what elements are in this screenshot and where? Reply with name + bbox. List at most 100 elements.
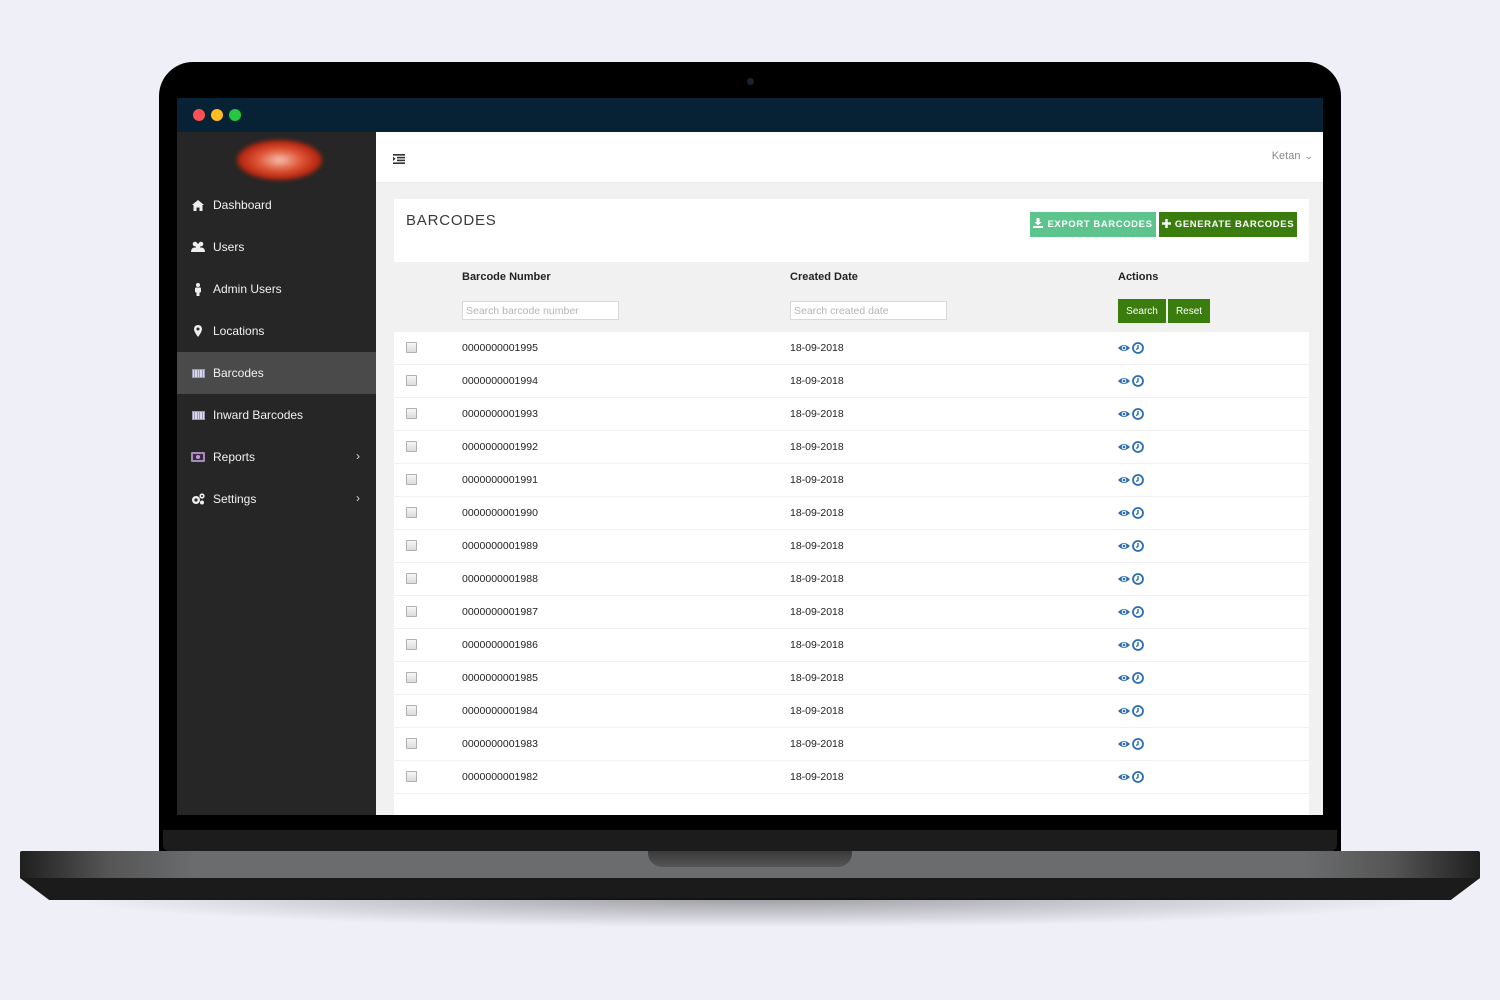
eye-icon[interactable] — [1118, 737, 1130, 749]
home-icon — [191, 198, 205, 212]
created-date: 18-09-2018 — [790, 738, 844, 750]
search-date-input[interactable] — [790, 301, 947, 320]
created-date: 18-09-2018 — [790, 507, 844, 519]
eye-icon[interactable] — [1118, 572, 1130, 584]
sidebar-item-label: Barcodes — [213, 366, 264, 380]
indent-icon[interactable] — [393, 151, 405, 164]
sidebar-item-locations[interactable]: Locations — [177, 310, 376, 352]
row-checkbox[interactable] — [406, 771, 417, 782]
eye-icon[interactable] — [1118, 770, 1130, 782]
row-actions — [1118, 539, 1144, 552]
clock-icon[interactable] — [1132, 341, 1144, 354]
barcodes-card: BARCODES EXPORT BARCODES GENERATE BARCOD… — [394, 199, 1309, 815]
row-checkbox[interactable] — [406, 573, 417, 584]
table-row: 0000000001982 18-09-2018 — [394, 761, 1309, 794]
laptop-base-bottom — [20, 878, 1480, 900]
clock-icon[interactable] — [1132, 671, 1144, 684]
user-name: Ketan — [1271, 150, 1301, 162]
barcode-number: 0000000001989 — [462, 540, 538, 552]
row-checkbox[interactable] — [406, 441, 417, 452]
created-date: 18-09-2018 — [790, 375, 844, 387]
eye-icon[interactable] — [1118, 605, 1130, 617]
row-checkbox[interactable] — [406, 507, 417, 518]
search-button[interactable]: Search — [1118, 299, 1166, 323]
barcode-number: 0000000001988 — [462, 573, 538, 585]
clock-icon[interactable] — [1132, 572, 1144, 585]
eye-icon[interactable] — [1118, 341, 1130, 353]
users-icon — [191, 240, 205, 254]
maximize-window-button[interactable] — [229, 109, 241, 121]
table-row: 0000000001990 18-09-2018 — [394, 497, 1309, 530]
eye-icon[interactable] — [1118, 638, 1130, 650]
eye-icon[interactable] — [1118, 671, 1130, 683]
report-icon — [191, 450, 205, 464]
sidebar-item-settings[interactable]: Settings › — [177, 478, 376, 520]
column-header-created-date[interactable]: Created Date — [790, 271, 858, 283]
sidebar-item-label: Users — [213, 240, 245, 254]
clock-icon[interactable] — [1132, 737, 1144, 750]
sidebar-item-barcodes[interactable]: Barcodes — [177, 352, 376, 394]
sidebar-item-label: Admin Users — [213, 282, 282, 296]
row-checkbox[interactable] — [406, 540, 417, 551]
row-checkbox[interactable] — [406, 375, 417, 386]
export-label: EXPORT BARCODES — [1047, 219, 1153, 230]
table-row: 0000000001992 18-09-2018 — [394, 431, 1309, 464]
eye-icon[interactable] — [1118, 539, 1130, 551]
clock-icon[interactable] — [1132, 605, 1144, 618]
row-actions — [1118, 374, 1144, 387]
clock-icon[interactable] — [1132, 407, 1144, 420]
created-date: 18-09-2018 — [790, 573, 844, 585]
close-window-button[interactable] — [193, 109, 205, 121]
clock-icon[interactable] — [1132, 638, 1144, 651]
sidebar-item-admin-users[interactable]: Admin Users — [177, 268, 376, 310]
barcode-number: 0000000001982 — [462, 771, 538, 783]
search-barcode-input[interactable] — [462, 301, 619, 320]
row-checkbox[interactable] — [406, 672, 417, 683]
reset-button[interactable]: Reset — [1168, 299, 1210, 323]
chevron-right-icon: › — [356, 491, 360, 505]
row-checkbox[interactable] — [406, 639, 417, 650]
eye-icon[interactable] — [1118, 440, 1130, 452]
clock-icon[interactable] — [1132, 374, 1144, 387]
sidebar-item-label: Locations — [213, 324, 265, 338]
clock-icon[interactable] — [1132, 506, 1144, 519]
bezel-bottom — [177, 815, 1323, 829]
table-row: 0000000001987 18-09-2018 — [394, 596, 1309, 629]
clock-icon[interactable] — [1132, 440, 1144, 453]
clock-icon[interactable] — [1132, 704, 1144, 717]
export-barcodes-button[interactable]: EXPORT BARCODES — [1030, 212, 1156, 237]
row-actions — [1118, 671, 1144, 684]
row-actions — [1118, 704, 1144, 717]
row-checkbox[interactable] — [406, 738, 417, 749]
sidebar-item-reports[interactable]: Reports › — [177, 436, 376, 478]
row-checkbox[interactable] — [406, 474, 417, 485]
table-row: 0000000001991 18-09-2018 — [394, 464, 1309, 497]
clock-icon[interactable] — [1132, 473, 1144, 486]
sidebar-item-inward-barcodes[interactable]: Inward Barcodes — [177, 394, 376, 436]
row-checkbox[interactable] — [406, 606, 417, 617]
eye-icon[interactable] — [1118, 407, 1130, 419]
sidebar-item-dashboard[interactable]: Dashboard — [177, 184, 376, 226]
column-header-barcode-number[interactable]: Barcode Number — [462, 271, 551, 283]
generate-barcodes-button[interactable]: GENERATE BARCODES — [1159, 212, 1297, 237]
created-date: 18-09-2018 — [790, 771, 844, 783]
row-actions — [1118, 737, 1144, 750]
row-actions — [1118, 638, 1144, 651]
eye-icon[interactable] — [1118, 374, 1130, 386]
table-row: 0000000001989 18-09-2018 — [394, 530, 1309, 563]
barcode-number: 0000000001985 — [462, 672, 538, 684]
clock-icon[interactable] — [1132, 770, 1144, 783]
eye-icon[interactable] — [1118, 704, 1130, 716]
sidebar-item-label: Settings — [213, 492, 257, 506]
row-checkbox[interactable] — [406, 408, 417, 419]
clock-icon[interactable] — [1132, 539, 1144, 552]
eye-icon[interactable] — [1118, 506, 1130, 518]
barcode-number: 0000000001983 — [462, 738, 538, 750]
minimize-window-button[interactable] — [211, 109, 223, 121]
row-checkbox[interactable] — [406, 705, 417, 716]
company-logo[interactable] — [237, 140, 322, 180]
eye-icon[interactable] — [1118, 473, 1130, 485]
sidebar-item-users[interactable]: Users — [177, 226, 376, 268]
row-checkbox[interactable] — [406, 342, 417, 353]
user-menu[interactable]: Ketan ⌄ — [1271, 150, 1314, 162]
